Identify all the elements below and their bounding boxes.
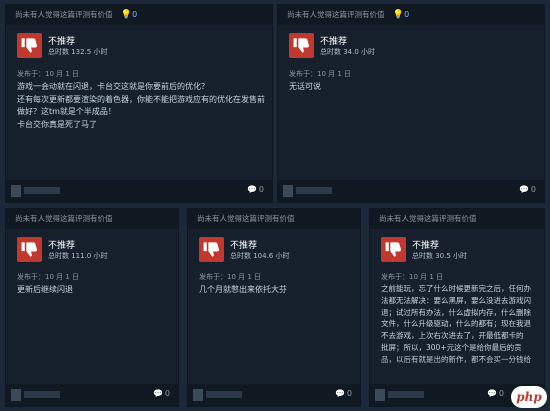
thumbs-down-icon (17, 237, 42, 262)
comment-icon: 💬 (334, 389, 345, 398)
avatar[interactable] (11, 389, 21, 401)
comment-icon: 💬 (246, 185, 257, 194)
post-date: 发布于：10 月 1 日 (199, 273, 262, 281)
review-text: 无话可说 (289, 81, 534, 94)
text-fade (370, 358, 544, 384)
php-watermark-logo: php (511, 386, 547, 408)
comments-button[interactable]: 💬 0 (335, 389, 352, 398)
review-card: 尚未有人觉得这篇评测有价值 不推荐 总时数 30.5 小时 发布于：10 月 1… (369, 208, 545, 407)
comment-icon: 💬 (518, 185, 529, 194)
username-blurred[interactable] (206, 391, 242, 398)
username-blurred[interactable] (24, 187, 60, 194)
post-date: 发布于：10 月 1 日 (17, 70, 80, 78)
review-card: 尚未有人觉得这篇评测有价值 💡0 不推荐 总时数 132.5 小时 发布于：10… (5, 4, 273, 203)
review-line: 无话可说 (289, 82, 321, 91)
username-blurred[interactable] (388, 391, 424, 398)
avatar[interactable] (375, 389, 385, 401)
hours-played: 总时数 111.0 小时 (48, 252, 108, 260)
review-footer: 💬 0 (6, 384, 178, 406)
review-footer: 💬 0 (278, 180, 544, 202)
review-line: 卡台交你真是死了马了 (17, 119, 97, 129)
review-text: 更新后继续闪退 (17, 284, 168, 297)
award-icon: 💡 (120, 10, 133, 20)
review-header: 尚未有人觉得这篇评测有价值 💡0 (6, 5, 272, 25)
comments-button[interactable]: 💬 0 (519, 185, 536, 194)
helpful-prompt: 尚未有人觉得这篇评测有价值 (15, 10, 113, 19)
review-line: 之前能玩，忘了什么时候更新完之后，任何办 (381, 284, 531, 293)
review-line: 文件，什么升级驱动，什么的都有；现在我退 (381, 319, 531, 329)
verdict-title: 不推荐 (48, 37, 76, 47)
comment-icon: 💬 (152, 389, 163, 398)
post-date: 发布于：10 月 1 日 (381, 273, 444, 281)
helpful-prompt: 尚未有人觉得这篇评测有价值 (15, 214, 113, 223)
hours-played: 总时数 34.0 小时 (320, 48, 376, 56)
review-header: 尚未有人觉得这篇评测有价值 (6, 209, 178, 229)
username-blurred[interactable] (24, 391, 60, 398)
review-header: 尚未有人觉得这篇评测有价值 (188, 209, 360, 229)
post-date: 发布于：10 月 1 日 (17, 273, 80, 281)
thumbs-down-icon (289, 33, 314, 58)
review-line: 更新后继续闪退 (17, 285, 73, 294)
review-line: 还有每次更新都要渲染的着色器，你能不能把游戏应有的优化在发售前 (17, 94, 265, 104)
award-button[interactable]: 💡0 (120, 10, 137, 20)
review-line: 做好？这tm就是个半成品！ (17, 107, 116, 116)
review-card: 尚未有人觉得这篇评测有价值 💡0 不推荐 总时数 34.0 小时 发布于：10 … (277, 4, 545, 203)
review-header: 尚未有人觉得这篇评测有价值 💡0 (278, 5, 544, 25)
helpful-prompt: 尚未有人觉得这篇评测有价值 (379, 214, 477, 223)
award-button[interactable]: 💡0 (392, 10, 409, 20)
hours-played: 总时数 104.6 小时 (230, 252, 290, 260)
review-line: 批屏；所以，300+元这个是给你最后的贡 (381, 342, 522, 352)
verdict-title: 不推荐 (48, 241, 76, 251)
username-blurred[interactable] (296, 187, 332, 194)
verdict-title: 不推荐 (230, 241, 258, 251)
post-date: 发布于：10 月 1 日 (289, 70, 352, 78)
review-line: 不去游戏，上次右次进去了，开最低都卡的 (381, 331, 524, 341)
review-card: 尚未有人觉得这篇评测有价值 不推荐 总时数 104.6 小时 发布于：10 月 … (187, 208, 361, 407)
comment-icon: 💬 (486, 389, 497, 398)
review-footer: 💬 0 (6, 180, 272, 202)
comments-button[interactable]: 💬 0 (153, 389, 170, 398)
review-line: 退；试过所有办法，什么虚拟内存，什么删除 (381, 307, 531, 317)
thumbs-down-icon (17, 33, 42, 58)
thumbs-down-icon (199, 237, 224, 262)
review-text: 之前能玩，忘了什么时候更新完之后，任何办 法都无法解决：要么黑屏，要么没进去游戏… (381, 283, 540, 366)
review-header: 尚未有人觉得这篇评测有价值 (370, 209, 544, 229)
review-card: 尚未有人觉得这篇评测有价值 不推荐 总时数 111.0 小时 发布于：10 月 … (5, 208, 179, 407)
hours-played: 总时数 132.5 小时 (48, 48, 108, 56)
review-line: 几个月就憋出来依托大芬 (199, 285, 287, 294)
award-icon: 💡 (392, 10, 405, 20)
review-text: 游戏一会动就在闪退，卡台交这就是你要前后的优化？ 还有每次更新都要渲染的着色器，… (17, 81, 265, 131)
avatar[interactable] (193, 389, 203, 401)
review-text: 几个月就憋出来依托大芬 (199, 284, 350, 297)
review-line: 法都无法解决：要么黑屏，要么没进去游戏闪 (381, 295, 531, 305)
helpful-prompt: 尚未有人觉得这篇评测有价值 (287, 10, 385, 19)
thumbs-down-icon (381, 237, 406, 262)
review-line: 游戏一会动就在闪退，卡台交这就是你要前后的优化？ (17, 82, 209, 91)
comments-button[interactable]: 💬 0 (247, 185, 264, 194)
hours-played: 总时数 30.5 小时 (412, 252, 468, 260)
avatar[interactable] (11, 185, 21, 197)
verdict-title: 不推荐 (320, 37, 348, 47)
helpful-prompt: 尚未有人觉得这篇评测有价值 (197, 214, 295, 223)
verdict-title: 不推荐 (412, 241, 440, 251)
comments-button[interactable]: 💬 0 (487, 389, 504, 398)
review-footer: 💬 0 (188, 384, 360, 406)
avatar[interactable] (283, 185, 293, 197)
